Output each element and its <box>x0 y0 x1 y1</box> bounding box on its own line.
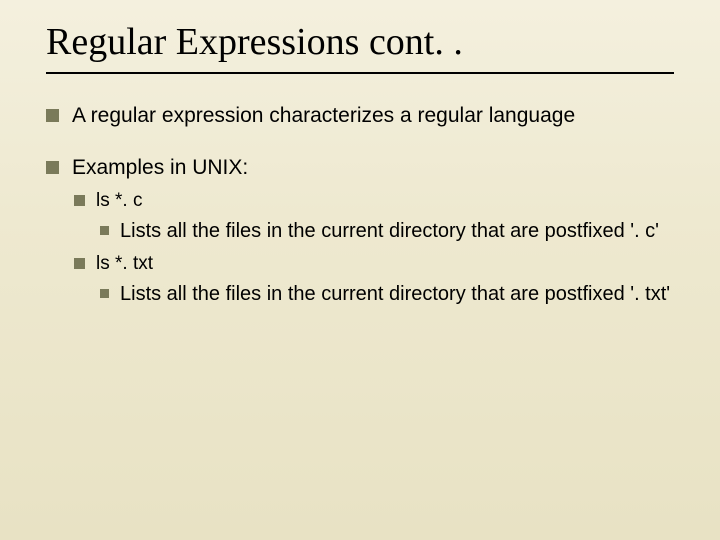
list-item-text: ls *. txt <box>96 253 153 274</box>
list-item-text: Examples in UNIX: <box>72 156 248 179</box>
bullet-list-level3: Lists all the files in the current direc… <box>96 218 674 245</box>
list-item: ls *. c Lists all the files in the curre… <box>72 188 674 245</box>
list-item: Examples in UNIX: ls *. c Lists all the … <box>46 154 674 308</box>
list-item: ls *. txt Lists all the files in the cur… <box>72 251 674 308</box>
bullet-list-level3: Lists all the files in the current direc… <box>96 281 674 308</box>
slide: Regular Expressions cont. . A regular ex… <box>0 0 720 540</box>
list-item-text: ls *. c <box>96 190 142 211</box>
list-item-text: A regular expression characterizes a reg… <box>72 104 575 127</box>
bullet-list-level1: A regular expression characterizes a reg… <box>46 102 674 308</box>
list-item: A regular expression characterizes a reg… <box>46 102 674 130</box>
list-item: Lists all the files in the current direc… <box>96 281 674 308</box>
list-item-text: Lists all the files in the current direc… <box>120 220 659 242</box>
bullet-list-level2: ls *. c Lists all the files in the curre… <box>72 188 674 307</box>
list-item: Lists all the files in the current direc… <box>96 218 674 245</box>
title-divider <box>46 72 674 74</box>
slide-title: Regular Expressions cont. . <box>46 22 674 64</box>
list-item-text: Lists all the files in the current direc… <box>120 283 670 305</box>
